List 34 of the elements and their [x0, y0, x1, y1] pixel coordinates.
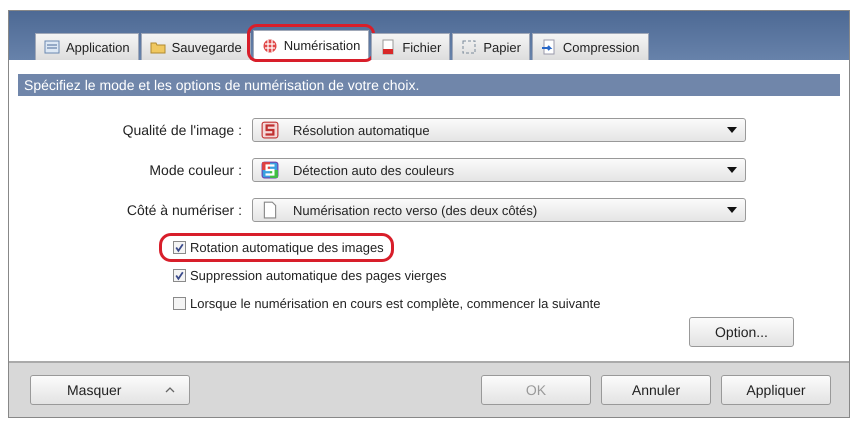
dropdown-arrow-icon: [727, 207, 737, 213]
hide-button[interactable]: Masquer: [30, 375, 190, 405]
frame-icon: [461, 39, 478, 55]
checkbox[interactable]: [173, 241, 186, 254]
tab[interactable]: Compression: [532, 33, 649, 60]
tab[interactable]: Application: [35, 33, 139, 60]
chevron-up-icon: [165, 387, 175, 393]
checkbox-label: Lorsque le numérisation en cours est complète, commencer la suivante: [190, 296, 600, 311]
page-icon: [380, 39, 396, 55]
checkbox-label: Suppression automatique des pages vierges: [190, 268, 447, 283]
field-label: Mode couleur :: [148, 162, 243, 178]
tab[interactable]: Papier: [452, 33, 530, 60]
tab[interactable]: Sauvegarde: [140, 33, 251, 60]
field-label: Côté à numériser :: [126, 202, 243, 218]
dropdown[interactable]: Résolution automatique: [252, 118, 746, 142]
page-icon: [261, 201, 279, 219]
option-button[interactable]: Option...: [689, 317, 794, 347]
checkbox[interactable]: [173, 297, 186, 310]
dropdown-arrow-icon: [727, 127, 737, 133]
tab[interactable]: Numérisation: [252, 30, 370, 60]
list-icon: [44, 39, 60, 55]
checkbox-label: Rotation automatique des images: [190, 240, 384, 255]
tab[interactable]: Fichier: [371, 33, 450, 60]
grid-icon: [262, 38, 278, 54]
dropdown[interactable]: Détection auto des couleurs: [252, 158, 746, 182]
dropdown-arrow-icon: [727, 167, 737, 173]
dialog-button[interactable]: Appliquer: [721, 375, 831, 405]
s-logo-icon: [261, 121, 279, 139]
dialog-button[interactable]: Annuler: [601, 375, 711, 405]
checkbox[interactable]: [173, 269, 186, 282]
color-s-icon: [261, 161, 279, 179]
field-label: Qualité de l'image :: [122, 122, 243, 138]
dropdown[interactable]: Numérisation recto verso (des deux côtés): [252, 198, 746, 222]
instruction-text: Spécifiez le mode et les options de numérisation de votre choix.: [24, 77, 420, 93]
